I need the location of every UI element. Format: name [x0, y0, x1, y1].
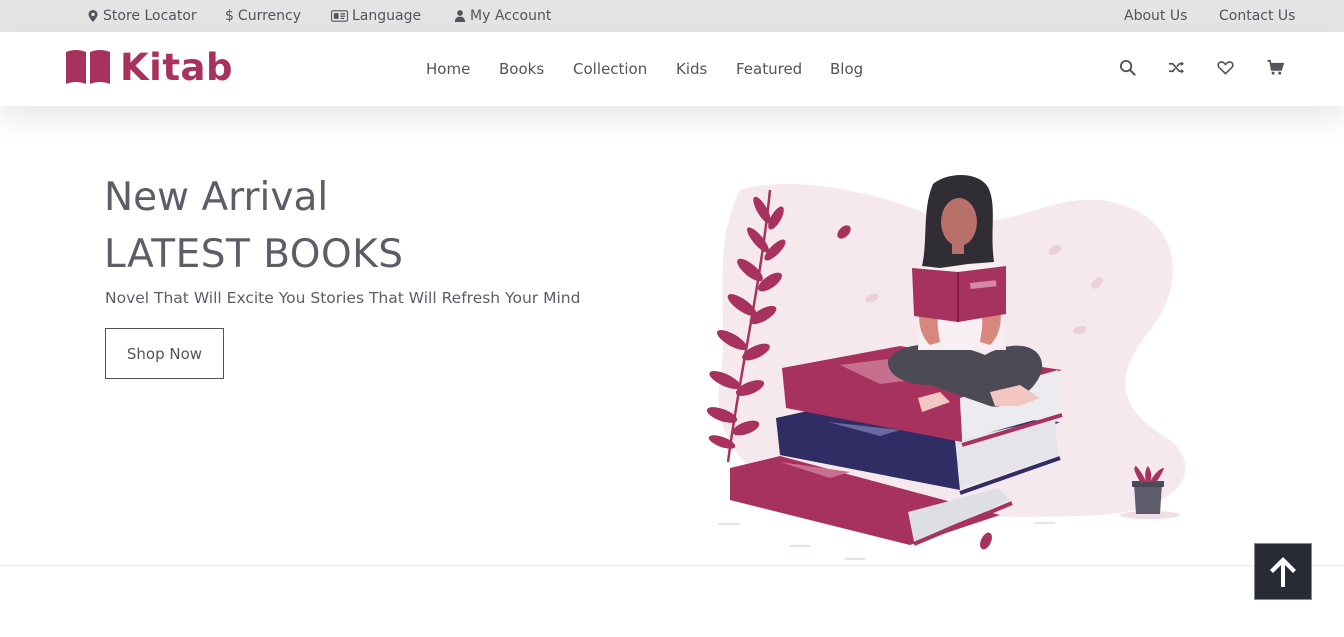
currency-link[interactable]: $ Currency: [225, 0, 301, 32]
dollar-icon: $: [225, 8, 234, 24]
back-to-top-button[interactable]: [1254, 543, 1312, 600]
cart-icon[interactable]: [1265, 57, 1285, 77]
search-icon[interactable]: [1117, 57, 1137, 77]
nav-blog[interactable]: Blog: [830, 60, 863, 78]
language-card-icon: [331, 10, 348, 22]
language-label: Language: [352, 8, 422, 24]
hero-title-latest-books: LATEST BOOKS: [104, 232, 404, 277]
section-divider: [0, 565, 1344, 566]
nav-kids[interactable]: Kids: [676, 60, 707, 78]
currency-label: Currency: [237, 8, 301, 24]
shuffle-icon[interactable]: [1166, 57, 1186, 77]
nav-home[interactable]: Home: [426, 60, 470, 78]
hero-subtitle: Novel That Will Excite You Stories That …: [105, 289, 581, 307]
hero-title-new-arrival: New Arrival: [104, 175, 329, 220]
brand-name: Kitab: [120, 45, 233, 89]
nav-collection[interactable]: Collection: [573, 60, 647, 78]
my-account-link[interactable]: My Account: [454, 0, 551, 32]
about-us-link[interactable]: About Us: [1124, 0, 1187, 32]
arrow-up-icon: [1270, 556, 1296, 587]
open-book-icon: [66, 50, 110, 84]
about-us-label: About Us: [1124, 8, 1188, 24]
reading-girl-illustration: [706, 174, 1186, 560]
nav-featured[interactable]: Featured: [736, 60, 802, 78]
contact-us-link[interactable]: Contact Us: [1219, 0, 1295, 32]
top-utility-bar: Store Locator $ Currency Language My Acc…: [0, 0, 1344, 32]
map-marker-icon: [88, 10, 98, 22]
heart-icon[interactable]: [1215, 57, 1235, 77]
store-locator-label: Store Locator: [103, 8, 197, 24]
language-link[interactable]: Language: [331, 0, 421, 32]
brand-logo[interactable]: Kitab: [64, 45, 233, 89]
main-header: Kitab Home Books Collection Kids Feature…: [0, 32, 1344, 106]
user-icon: [454, 10, 466, 22]
shop-now-button[interactable]: Shop Now: [105, 328, 224, 379]
nav-books[interactable]: Books: [499, 60, 544, 78]
my-account-label: My Account: [470, 8, 552, 24]
contact-us-label: Contact Us: [1219, 8, 1296, 24]
store-locator-link[interactable]: Store Locator: [87, 0, 197, 32]
